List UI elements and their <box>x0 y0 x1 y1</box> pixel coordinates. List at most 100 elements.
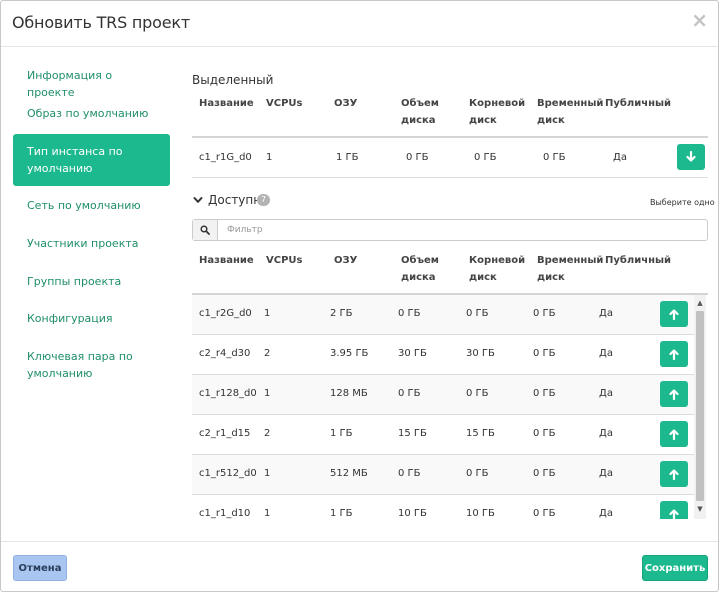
cell-ephemeral: 0 ГБ <box>533 308 556 319</box>
cell-ephemeral: 0 ГБ <box>543 152 566 163</box>
table-row: c1_r1_d10 1 1 ГБ 10 ГБ 10 ГБ 0 ГБ Да <box>192 495 694 519</box>
cell-vcpus: 1 <box>264 468 271 479</box>
sidebar-item-label: Конфигурация <box>27 312 113 325</box>
cell-disk: 0 ГБ <box>406 152 429 163</box>
header-divider <box>192 136 708 138</box>
col-ephemeral-disk: Временный диск <box>537 255 604 283</box>
cell-public: Да <box>599 508 613 519</box>
cell-disk: 0 ГБ <box>398 468 421 479</box>
search-icon <box>200 225 210 235</box>
cell-ram: 1 ГБ <box>336 152 359 163</box>
cell-vcpus: 2 <box>264 428 271 439</box>
chevron-down-icon <box>193 197 203 203</box>
allocate-button[interactable] <box>660 501 688 519</box>
cell-ram: 2 ГБ <box>330 308 353 319</box>
col-disk: Объем диска <box>401 255 439 283</box>
filter-box <box>192 219 708 241</box>
sidebar-item-project-members[interactable]: Участники проекта <box>13 235 170 252</box>
arrow-up-icon <box>669 469 679 480</box>
sidebar-item-default-network[interactable]: Сеть по умолчанию <box>13 197 170 214</box>
update-project-modal: Обновить TRS проект × Информация о проек… <box>0 0 719 592</box>
scroll-down-icon[interactable]: ▼ <box>694 503 706 515</box>
cell-root: 15 ГБ <box>466 428 495 439</box>
arrow-down-icon <box>686 151 696 162</box>
select-one-hint: Выберите одно <box>650 198 715 207</box>
cell-disk: 30 ГБ <box>398 348 427 359</box>
cell-name: c2_r1_d15 <box>199 428 251 439</box>
col-name: Название <box>199 98 254 109</box>
cancel-button[interactable]: Отмена <box>13 555 67 581</box>
arrow-up-icon <box>669 429 679 440</box>
available-table-body: c1_r2G_d0 1 2 ГБ 0 ГБ 0 ГБ 0 ГБ Да c2_r4… <box>192 295 694 519</box>
allocate-button[interactable] <box>660 421 688 447</box>
cell-ram: 1 ГБ <box>330 428 353 439</box>
col-ram: ОЗУ <box>334 255 358 266</box>
cell-disk: 10 ГБ <box>398 508 427 519</box>
col-ram: ОЗУ <box>334 98 358 109</box>
table-row: c2_r1_d15 2 1 ГБ 15 ГБ 15 ГБ 0 ГБ Да <box>192 415 694 454</box>
sidebar-item-label: Участники проекта <box>27 237 139 250</box>
cell-ephemeral: 0 ГБ <box>533 428 556 439</box>
col-name: Название <box>199 255 254 266</box>
cell-root: 0 ГБ <box>466 468 489 479</box>
save-button[interactable]: Сохранить <box>642 555 708 581</box>
deallocate-button[interactable] <box>677 144 705 170</box>
modal-header: Обновить TRS проект × <box>1 1 718 47</box>
search-button[interactable] <box>193 220 218 240</box>
table-row: c1_r2G_d0 1 2 ГБ 0 ГБ 0 ГБ 0 ГБ Да <box>192 295 694 334</box>
cell-root: 30 ГБ <box>466 348 495 359</box>
cell-public: Да <box>599 468 613 479</box>
sidebar-item-default-flavor[interactable]: Тип инстанса по умолчанию <box>13 134 170 186</box>
cell-ephemeral: 0 ГБ <box>533 468 556 479</box>
cell-name: c1_r1_d10 <box>199 508 251 519</box>
allocated-title: Выделенный <box>192 73 274 87</box>
cell-vcpus: 1 <box>266 152 273 163</box>
cell-root: 0 ГБ <box>466 388 489 399</box>
col-public: Публичный <box>605 98 672 109</box>
table-row: c1_r512_d0 1 512 МБ 0 ГБ 0 ГБ 0 ГБ Да <box>192 455 694 494</box>
cell-vcpus: 2 <box>264 348 271 359</box>
col-ephemeral-disk: Временный диск <box>537 98 604 126</box>
close-icon[interactable]: × <box>691 8 708 32</box>
cell-ephemeral: 0 ГБ <box>533 388 556 399</box>
cell-disk: 15 ГБ <box>398 428 427 439</box>
allocate-button[interactable] <box>660 381 688 407</box>
available-count-badge: 7 <box>257 194 270 206</box>
cell-root: 0 ГБ <box>466 308 489 319</box>
allocate-button[interactable] <box>660 461 688 487</box>
cell-vcpus: 1 <box>264 508 271 519</box>
sidebar-item-label: Сеть по умолчанию <box>27 199 141 212</box>
cell-ephemeral: 0 ГБ <box>533 508 556 519</box>
allocate-button[interactable] <box>660 341 688 367</box>
sidebar-item-configuration[interactable]: Конфигурация <box>13 310 170 327</box>
allocate-button[interactable] <box>660 301 688 327</box>
sidebar-item-label: Информация о проекте <box>27 69 113 99</box>
cell-ram: 3.95 ГБ <box>330 348 369 359</box>
cell-public: Да <box>613 152 627 163</box>
sidebar-item-label: Ключевая пара по умолчанию <box>27 350 133 380</box>
cell-vcpus: 1 <box>264 308 271 319</box>
cell-root: 10 ГБ <box>466 508 495 519</box>
cell-name: c1_r128_d0 <box>199 388 257 399</box>
cell-name: c2_r4_d30 <box>199 348 251 359</box>
cell-ram: 512 МБ <box>330 468 368 479</box>
row-divider <box>192 177 708 178</box>
sidebar-item-project-info[interactable]: Информация о проекте <box>13 67 170 101</box>
cell-public: Да <box>599 348 613 359</box>
cell-ram: 128 МБ <box>330 388 368 399</box>
scroll-thumb[interactable] <box>696 311 704 501</box>
filter-input[interactable] <box>219 220 705 240</box>
sidebar-item-default-keypair[interactable]: Ключевая пара по умолчанию <box>13 348 170 382</box>
col-root-disk: Корневой диск <box>469 255 526 283</box>
col-disk: Объем диска <box>401 98 439 126</box>
sidebar-item-default-image[interactable]: Образ по умолчанию <box>13 105 170 122</box>
table-row: c2_r4_d30 2 3.95 ГБ 30 ГБ 30 ГБ 0 ГБ Да <box>192 335 694 374</box>
sidebar-item-project-groups[interactable]: Группы проекта <box>13 273 170 290</box>
cell-ram: 1 ГБ <box>330 508 353 519</box>
table-scrollbar[interactable]: ▲ ▼ <box>694 295 706 519</box>
scroll-up-icon[interactable]: ▲ <box>694 297 706 309</box>
cell-disk: 0 ГБ <box>398 308 421 319</box>
cell-name: c1_r2G_d0 <box>199 308 252 319</box>
sidebar-item-label: Тип инстанса по умолчанию <box>27 145 123 175</box>
cell-name: c1_r512_d0 <box>199 468 257 479</box>
